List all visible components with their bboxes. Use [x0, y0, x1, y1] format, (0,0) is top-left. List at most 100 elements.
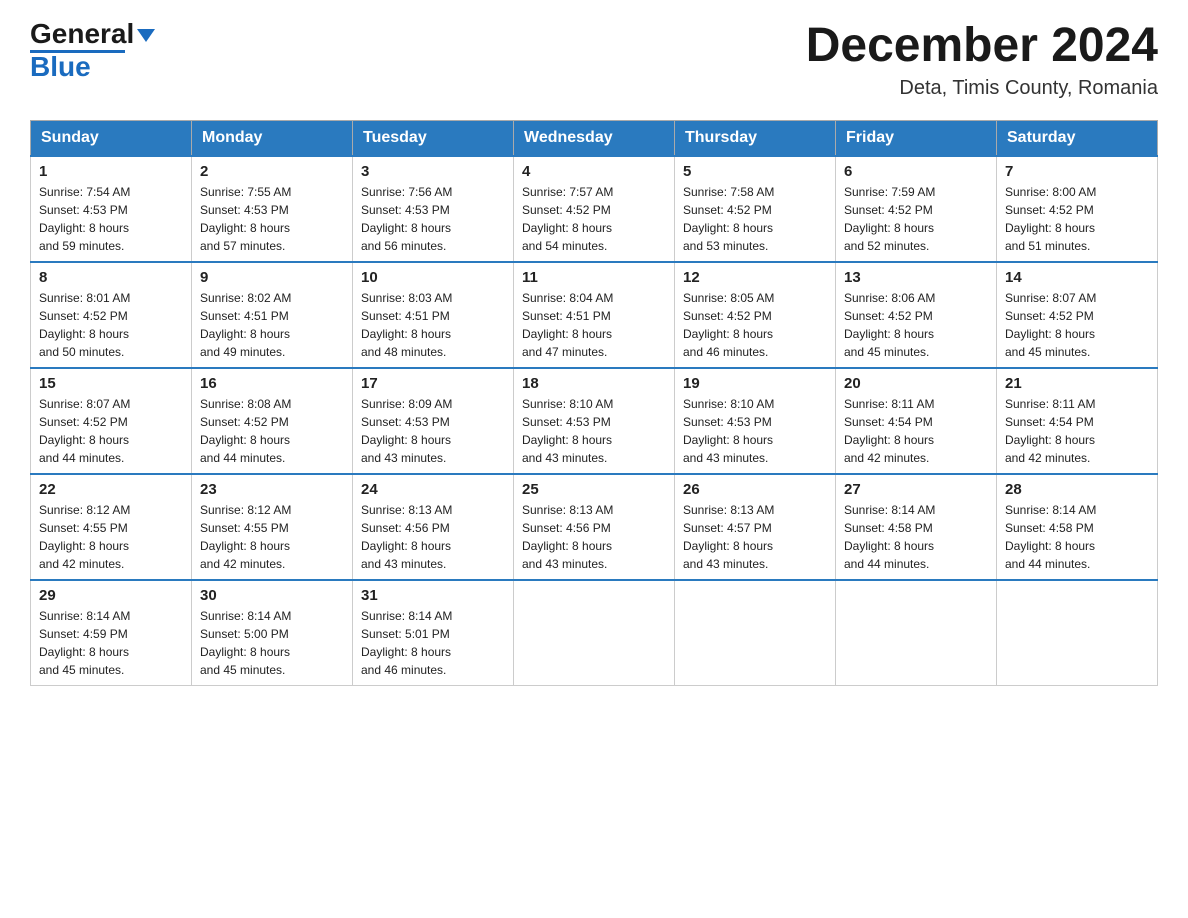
calendar-cell: 10 Sunrise: 8:03 AM Sunset: 4:51 PM Dayli…	[353, 262, 514, 368]
day-info: Sunrise: 8:08 AM Sunset: 4:52 PM Dayligh…	[200, 395, 344, 467]
week-row-3: 15 Sunrise: 8:07 AM Sunset: 4:52 PM Dayli…	[31, 368, 1158, 474]
calendar-cell: 7 Sunrise: 8:00 AM Sunset: 4:52 PM Daylig…	[997, 156, 1158, 262]
calendar-cell: 26 Sunrise: 8:13 AM Sunset: 4:57 PM Dayli…	[675, 474, 836, 580]
calendar-cell: 29 Sunrise: 8:14 AM Sunset: 4:59 PM Dayli…	[31, 580, 192, 686]
calendar-cell: 23 Sunrise: 8:12 AM Sunset: 4:55 PM Dayli…	[192, 474, 353, 580]
day-number: 15	[39, 375, 183, 392]
calendar-cell: 1Sunrise: 7:54 AM Sunset: 4:53 PM Daylig…	[31, 156, 192, 262]
day-number: 30	[200, 587, 344, 604]
calendar-cell: 3Sunrise: 7:56 AM Sunset: 4:53 PM Daylig…	[353, 156, 514, 262]
day-header-tuesday: Tuesday	[353, 120, 514, 156]
calendar-cell: 28Sunrise: 8:14 AM Sunset: 4:58 PM Dayli…	[997, 474, 1158, 580]
calendar-cell: 30 Sunrise: 8:14 AM Sunset: 5:00 PM Dayli…	[192, 580, 353, 686]
day-info: Sunrise: 8:12 AM Sunset: 4:55 PM Dayligh…	[39, 501, 183, 573]
day-number: 27	[844, 481, 988, 498]
day-number: 17	[361, 375, 505, 392]
location-subtitle: Deta, Timis County, Romania	[806, 77, 1158, 100]
calendar-cell: 19 Sunrise: 8:10 AM Sunset: 4:53 PM Dayli…	[675, 368, 836, 474]
day-info: Sunrise: 8:13 AM Sunset: 4:57 PM Dayligh…	[683, 501, 827, 573]
day-info: Sunrise: 7:58 AM Sunset: 4:52 PM Dayligh…	[683, 183, 827, 255]
day-number: 29	[39, 587, 183, 604]
calendar-cell: 20 Sunrise: 8:11 AM Sunset: 4:54 PM Dayli…	[836, 368, 997, 474]
calendar-cell	[675, 580, 836, 686]
day-info: Sunrise: 8:13 AM Sunset: 4:56 PM Dayligh…	[522, 501, 666, 573]
day-number: 26	[683, 481, 827, 498]
day-info: Sunrise: 8:14 AM Sunset: 5:00 PM Dayligh…	[200, 607, 344, 679]
day-info: Sunrise: 7:59 AM Sunset: 4:52 PM Dayligh…	[844, 183, 988, 255]
day-number: 10	[361, 269, 505, 286]
day-info: Sunrise: 8:09 AM Sunset: 4:53 PM Dayligh…	[361, 395, 505, 467]
title-block: December 2024 Deta, Timis County, Romani…	[806, 20, 1158, 100]
day-number: 24	[361, 481, 505, 498]
day-number: 14	[1005, 269, 1149, 286]
day-info: Sunrise: 7:54 AM Sunset: 4:53 PM Dayligh…	[39, 183, 183, 255]
day-number: 8	[39, 269, 183, 286]
week-row-4: 22 Sunrise: 8:12 AM Sunset: 4:55 PM Dayli…	[31, 474, 1158, 580]
day-info: Sunrise: 8:04 AM Sunset: 4:51 PM Dayligh…	[522, 289, 666, 361]
day-number: 12	[683, 269, 827, 286]
day-number: 23	[200, 481, 344, 498]
day-number: 20	[844, 375, 988, 392]
calendar-table: SundayMondayTuesdayWednesdayThursdayFrid…	[30, 120, 1158, 686]
calendar-cell: 21 Sunrise: 8:11 AM Sunset: 4:54 PM Dayli…	[997, 368, 1158, 474]
calendar-cell: 18 Sunrise: 8:10 AM Sunset: 4:53 PM Dayli…	[514, 368, 675, 474]
calendar-cell	[997, 580, 1158, 686]
day-number: 9	[200, 269, 344, 286]
day-header-monday: Monday	[192, 120, 353, 156]
day-info: Sunrise: 8:10 AM Sunset: 4:53 PM Dayligh…	[683, 395, 827, 467]
day-number: 31	[361, 587, 505, 604]
calendar-cell: 8 Sunrise: 8:01 AM Sunset: 4:52 PM Daylig…	[31, 262, 192, 368]
day-info: Sunrise: 8:06 AM Sunset: 4:52 PM Dayligh…	[844, 289, 988, 361]
calendar-header-row: SundayMondayTuesdayWednesdayThursdayFrid…	[31, 120, 1158, 156]
day-info: Sunrise: 8:14 AM Sunset: 4:58 PM Dayligh…	[844, 501, 988, 573]
calendar-cell: 9 Sunrise: 8:02 AM Sunset: 4:51 PM Daylig…	[192, 262, 353, 368]
calendar-title: December 2024	[806, 20, 1158, 73]
calendar-cell: 2Sunrise: 7:55 AM Sunset: 4:53 PM Daylig…	[192, 156, 353, 262]
calendar-cell: 27 Sunrise: 8:14 AM Sunset: 4:58 PM Dayli…	[836, 474, 997, 580]
day-number: 13	[844, 269, 988, 286]
day-info: Sunrise: 8:14 AM Sunset: 4:59 PM Dayligh…	[39, 607, 183, 679]
day-number: 6	[844, 163, 988, 180]
day-info: Sunrise: 8:11 AM Sunset: 4:54 PM Dayligh…	[1005, 395, 1149, 467]
day-number: 18	[522, 375, 666, 392]
calendar-cell: 12Sunrise: 8:05 AM Sunset: 4:52 PM Dayli…	[675, 262, 836, 368]
day-number: 5	[683, 163, 827, 180]
day-number: 21	[1005, 375, 1149, 392]
day-info: Sunrise: 8:11 AM Sunset: 4:54 PM Dayligh…	[844, 395, 988, 467]
calendar-cell: 22 Sunrise: 8:12 AM Sunset: 4:55 PM Dayli…	[31, 474, 192, 580]
day-info: Sunrise: 8:14 AM Sunset: 5:01 PM Dayligh…	[361, 607, 505, 679]
day-number: 4	[522, 163, 666, 180]
day-number: 7	[1005, 163, 1149, 180]
day-number: 16	[200, 375, 344, 392]
day-info: Sunrise: 8:14 AM Sunset: 4:58 PM Dayligh…	[1005, 501, 1149, 573]
logo: General Blue	[30, 20, 155, 81]
calendar-cell: 25 Sunrise: 8:13 AM Sunset: 4:56 PM Dayli…	[514, 474, 675, 580]
day-header-wednesday: Wednesday	[514, 120, 675, 156]
day-info: Sunrise: 8:07 AM Sunset: 4:52 PM Dayligh…	[39, 395, 183, 467]
day-info: Sunrise: 8:03 AM Sunset: 4:51 PM Dayligh…	[361, 289, 505, 361]
week-row-1: 1Sunrise: 7:54 AM Sunset: 4:53 PM Daylig…	[31, 156, 1158, 262]
day-info: Sunrise: 8:00 AM Sunset: 4:52 PM Dayligh…	[1005, 183, 1149, 255]
day-number: 25	[522, 481, 666, 498]
calendar-cell: 14Sunrise: 8:07 AM Sunset: 4:52 PM Dayli…	[997, 262, 1158, 368]
day-number: 22	[39, 481, 183, 498]
day-info: Sunrise: 7:55 AM Sunset: 4:53 PM Dayligh…	[200, 183, 344, 255]
day-info: Sunrise: 8:10 AM Sunset: 4:53 PM Dayligh…	[522, 395, 666, 467]
day-number: 11	[522, 269, 666, 286]
page-header: General Blue December 2024 Deta, Timis C…	[30, 20, 1158, 100]
day-info: Sunrise: 8:02 AM Sunset: 4:51 PM Dayligh…	[200, 289, 344, 361]
calendar-cell: 16 Sunrise: 8:08 AM Sunset: 4:52 PM Dayli…	[192, 368, 353, 474]
day-header-saturday: Saturday	[997, 120, 1158, 156]
day-info: Sunrise: 8:13 AM Sunset: 4:56 PM Dayligh…	[361, 501, 505, 573]
calendar-cell	[836, 580, 997, 686]
calendar-cell: 11 Sunrise: 8:04 AM Sunset: 4:51 PM Dayli…	[514, 262, 675, 368]
week-row-2: 8 Sunrise: 8:01 AM Sunset: 4:52 PM Daylig…	[31, 262, 1158, 368]
day-number: 19	[683, 375, 827, 392]
calendar-cell: 31 Sunrise: 8:14 AM Sunset: 5:01 PM Dayli…	[353, 580, 514, 686]
day-info: Sunrise: 8:12 AM Sunset: 4:55 PM Dayligh…	[200, 501, 344, 573]
calendar-cell	[514, 580, 675, 686]
day-info: Sunrise: 8:01 AM Sunset: 4:52 PM Dayligh…	[39, 289, 183, 361]
day-header-sunday: Sunday	[31, 120, 192, 156]
calendar-cell: 24 Sunrise: 8:13 AM Sunset: 4:56 PM Dayli…	[353, 474, 514, 580]
calendar-cell: 17 Sunrise: 8:09 AM Sunset: 4:53 PM Dayli…	[353, 368, 514, 474]
